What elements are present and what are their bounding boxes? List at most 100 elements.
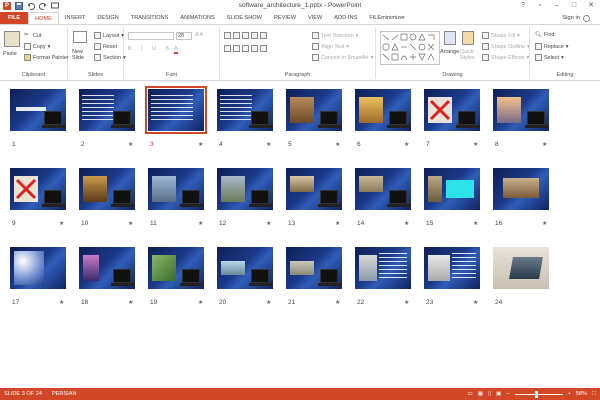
sign-in-label[interactable]: Sign in — [562, 12, 580, 25]
redo-icon[interactable] — [38, 2, 47, 10]
layout-button[interactable]: Layout ▾ — [94, 32, 124, 39]
tab-slide-show[interactable]: SLIDE SHOW — [221, 12, 268, 24]
save-icon[interactable] — [15, 2, 23, 10]
help-icon[interactable]: ? — [516, 0, 530, 11]
zoom-slider[interactable] — [514, 390, 563, 398]
bullets-numbering-buttons[interactable] — [224, 32, 267, 39]
slide-thumbnail-23[interactable] — [424, 247, 480, 289]
select-button[interactable]: Select ▾ — [535, 54, 564, 61]
slide-thumbnail-20[interactable] — [217, 247, 273, 289]
slide-thumbnail-11[interactable] — [148, 168, 204, 210]
cut-button[interactable]: ✂ Cut — [24, 32, 41, 39]
tab-home[interactable]: HOME — [28, 12, 59, 24]
font-size-grow-shrink[interactable]: A A — [195, 32, 203, 38]
reading-view-icon[interactable]: ▯ — [488, 391, 491, 397]
slide-number: 24 — [495, 299, 503, 306]
font-group: 28 A A B I U S A Font — [124, 27, 220, 79]
slide-thumbnail-13[interactable] — [286, 168, 342, 210]
slide-thumbnail-17[interactable] — [10, 247, 66, 289]
slide-number: 16 — [495, 220, 503, 227]
tab-view[interactable]: VIEW — [302, 12, 328, 24]
quick-styles-button[interactable]: Quick Styles — [460, 49, 478, 61]
zoom-in-button[interactable]: + — [568, 391, 571, 397]
slide-thumbnail-19[interactable] — [148, 247, 204, 289]
shape-fill-button[interactable]: Shape Fill ▾ — [482, 32, 520, 39]
slide-thumbnail-9[interactable] — [10, 168, 66, 210]
minimize-button[interactable]: – — [550, 0, 564, 11]
slide-number: 19 — [150, 299, 158, 306]
font-name-combo[interactable] — [128, 32, 174, 40]
reset-button[interactable]: Reset — [94, 43, 117, 50]
slide-thumbnail-10[interactable] — [79, 168, 135, 210]
paste-button[interactable]: Paste — [3, 51, 17, 57]
star-icon: ★ — [473, 221, 479, 227]
slide-thumbnail-21[interactable] — [286, 247, 342, 289]
tab-design[interactable]: DESIGN — [91, 12, 124, 24]
font-size-combo[interactable]: 28 — [176, 32, 192, 40]
undo-icon[interactable] — [27, 2, 36, 10]
slide-number: 4 — [219, 141, 223, 148]
zoom-level[interactable]: 58% — [576, 391, 587, 397]
slide-thumbnail-14[interactable] — [355, 168, 411, 210]
shapes-gallery[interactable] — [380, 31, 440, 65]
slide-thumbnail-24[interactable] — [493, 247, 549, 289]
slide-thumbnail-6[interactable] — [355, 89, 411, 131]
normal-view-icon[interactable]: ▭ — [467, 391, 472, 397]
arrange-icon[interactable] — [444, 31, 456, 45]
slide-thumbnail-2[interactable] — [79, 89, 135, 131]
arrange-button[interactable]: Arrange — [440, 49, 459, 55]
new-slide-button[interactable]: New Slide — [72, 49, 92, 61]
star-icon: ★ — [473, 142, 479, 148]
text-direction-icon — [312, 32, 319, 39]
text-direction-label: Text Direction — [321, 32, 354, 39]
copy-button[interactable]: Copy ▾ — [24, 43, 50, 50]
slide-thumbnail-18[interactable] — [79, 247, 135, 289]
start-slideshow-icon[interactable] — [51, 2, 59, 10]
slide-thumbnail-16[interactable] — [493, 168, 549, 210]
slide-thumbnail-4[interactable] — [217, 89, 273, 131]
quick-styles-icon[interactable] — [462, 31, 474, 45]
zoom-slider-knob[interactable] — [534, 390, 538, 398]
ribbon-display-icon[interactable]: ▫ — [533, 0, 547, 11]
slide-thumbnail-7[interactable] — [424, 89, 480, 131]
format-painter-button[interactable]: Format Painter — [24, 54, 69, 61]
font-color-button[interactable]: A — [174, 46, 178, 54]
convert-smartart-button[interactable]: Convert to SmartArt ▾ — [312, 54, 373, 61]
alignment-buttons[interactable] — [224, 45, 267, 52]
cross-icon — [429, 99, 451, 121]
find-button[interactable]: 🔍︎ Find — [535, 32, 554, 38]
tab-fileminimizer[interactable]: FILEminimizer — [363, 12, 411, 24]
new-slide-icon[interactable] — [73, 31, 87, 43]
language-indicator[interactable]: PERSIAN — [52, 391, 77, 397]
tab-animations[interactable]: ANIMATIONS — [174, 12, 220, 24]
paste-icon[interactable] — [4, 31, 20, 47]
shape-outline-button[interactable]: Shape Outline ▾ — [482, 43, 530, 50]
tab-insert[interactable]: INSERT — [59, 12, 91, 24]
slide-thumbnail-12[interactable] — [217, 168, 273, 210]
text-direction-button[interactable]: Text Direction ▾ — [312, 32, 358, 39]
maximize-button[interactable]: □ — [567, 0, 581, 11]
replace-button[interactable]: Replace ▾ — [535, 43, 569, 50]
slide-thumbnail-5[interactable] — [286, 89, 342, 131]
slideshow-view-icon[interactable]: ▣ — [496, 391, 501, 397]
shapes-gallery-icon — [382, 33, 435, 61]
slide-thumbnail-8[interactable] — [493, 89, 549, 131]
star-icon: ★ — [59, 221, 65, 227]
shape-effects-button[interactable]: Shape Effects ▾ — [482, 54, 529, 61]
tab-add-ins[interactable]: ADD-INS — [328, 12, 363, 24]
slide-sorter-view-icon[interactable]: ▦ — [478, 391, 483, 397]
slide-thumbnail-1[interactable] — [10, 89, 66, 131]
tab-file[interactable]: FILE — [0, 12, 29, 24]
tab-transitions[interactable]: TRANSITIONS — [125, 12, 175, 24]
slide-thumbnail-3[interactable] — [145, 86, 207, 134]
fit-to-window-icon[interactable]: ⛶ — [592, 391, 596, 398]
sign-in[interactable]: Sign in — [562, 12, 590, 25]
close-button[interactable]: ✕ — [584, 0, 598, 11]
font-style-buttons[interactable]: B I U S — [128, 46, 173, 52]
slide-thumbnail-15[interactable] — [424, 168, 480, 210]
align-text-button[interactable]: Align Text ▾ — [312, 43, 349, 50]
zoom-out-button[interactable]: – — [506, 391, 509, 397]
slide-thumbnail-22[interactable] — [355, 247, 411, 289]
section-button[interactable]: Section ▾ — [94, 54, 126, 61]
tab-review[interactable]: REVIEW — [268, 12, 302, 24]
